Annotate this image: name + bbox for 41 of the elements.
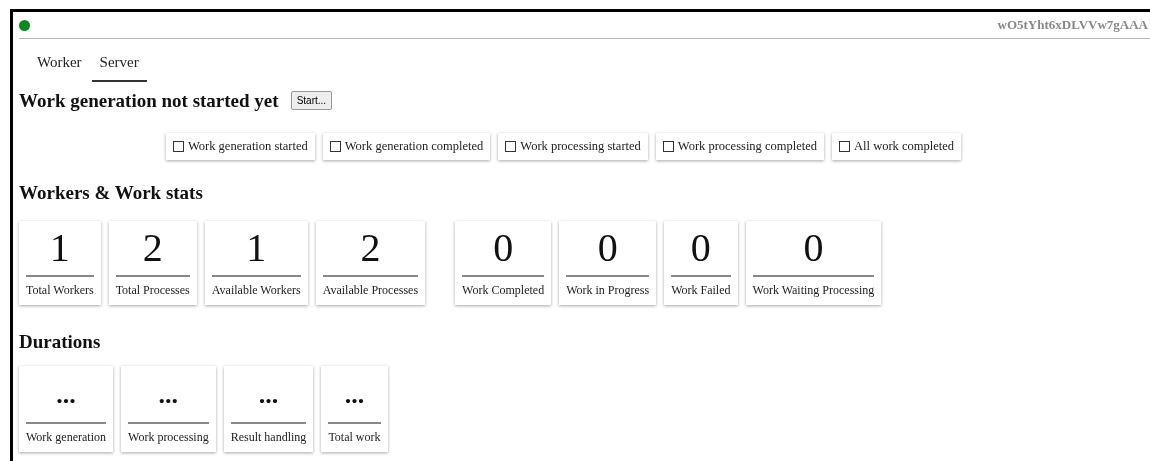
section-heading: Workers & Work stats <box>19 182 204 205</box>
stat-label: Work Waiting Processing <box>752 281 875 299</box>
start-button[interactable]: Start... <box>290 91 333 111</box>
section-heading: Work generation not started yet <box>19 89 279 113</box>
stat-label: Work processing <box>128 428 209 446</box>
milestone-button[interactable]: Work generation started <box>166 133 315 161</box>
section-heading: Durations <box>19 330 102 354</box>
stat-label: Work in Progress <box>566 281 650 299</box>
stat-label: Total work <box>328 428 381 446</box>
stat-value: 1 <box>26 224 94 277</box>
milestone-button[interactable]: Work generation completed <box>322 133 491 161</box>
stat-label: Result handling <box>230 428 307 446</box>
stat-value: 0 <box>752 224 875 277</box>
stat-value: 0 <box>671 224 731 277</box>
checkbox[interactable] <box>173 141 184 153</box>
stat-value: 0 <box>566 224 650 277</box>
stat-label: Work generation <box>26 428 106 446</box>
tab[interactable]: Server <box>91 47 147 82</box>
stat-label: Available Processes <box>322 281 419 299</box>
checkbox[interactable] <box>839 141 851 153</box>
stat-label: Total Processes <box>115 281 190 299</box>
stat-value: 0 <box>462 224 545 277</box>
tab[interactable]: Worker <box>29 47 90 82</box>
checkbox[interactable] <box>662 141 674 153</box>
stat-label: Available Workers <box>211 281 301 299</box>
stat-value: ... <box>328 369 381 424</box>
stat-value: ... <box>26 369 106 424</box>
stat-value: ... <box>230 369 307 424</box>
stat-value: ... <box>128 369 209 424</box>
stat-label: Work Completed <box>462 281 545 299</box>
milestone-button[interactable]: Work processing started <box>498 133 648 161</box>
stat-label: Work Failed <box>671 281 731 299</box>
stat-value: 1 <box>211 224 301 277</box>
checkbox[interactable] <box>505 141 517 153</box>
stat-value: 2 <box>322 224 419 277</box>
milestone-button[interactable]: Work processing completed <box>655 133 825 161</box>
milestone-button[interactable]: All work completed <box>832 133 962 161</box>
stat-value: 2 <box>115 224 190 277</box>
client-id: wO5tYht6xDLVVw7gAAA <box>997 16 1148 35</box>
stat-label: Total Workers <box>26 281 94 299</box>
checkbox[interactable] <box>329 141 341 153</box>
